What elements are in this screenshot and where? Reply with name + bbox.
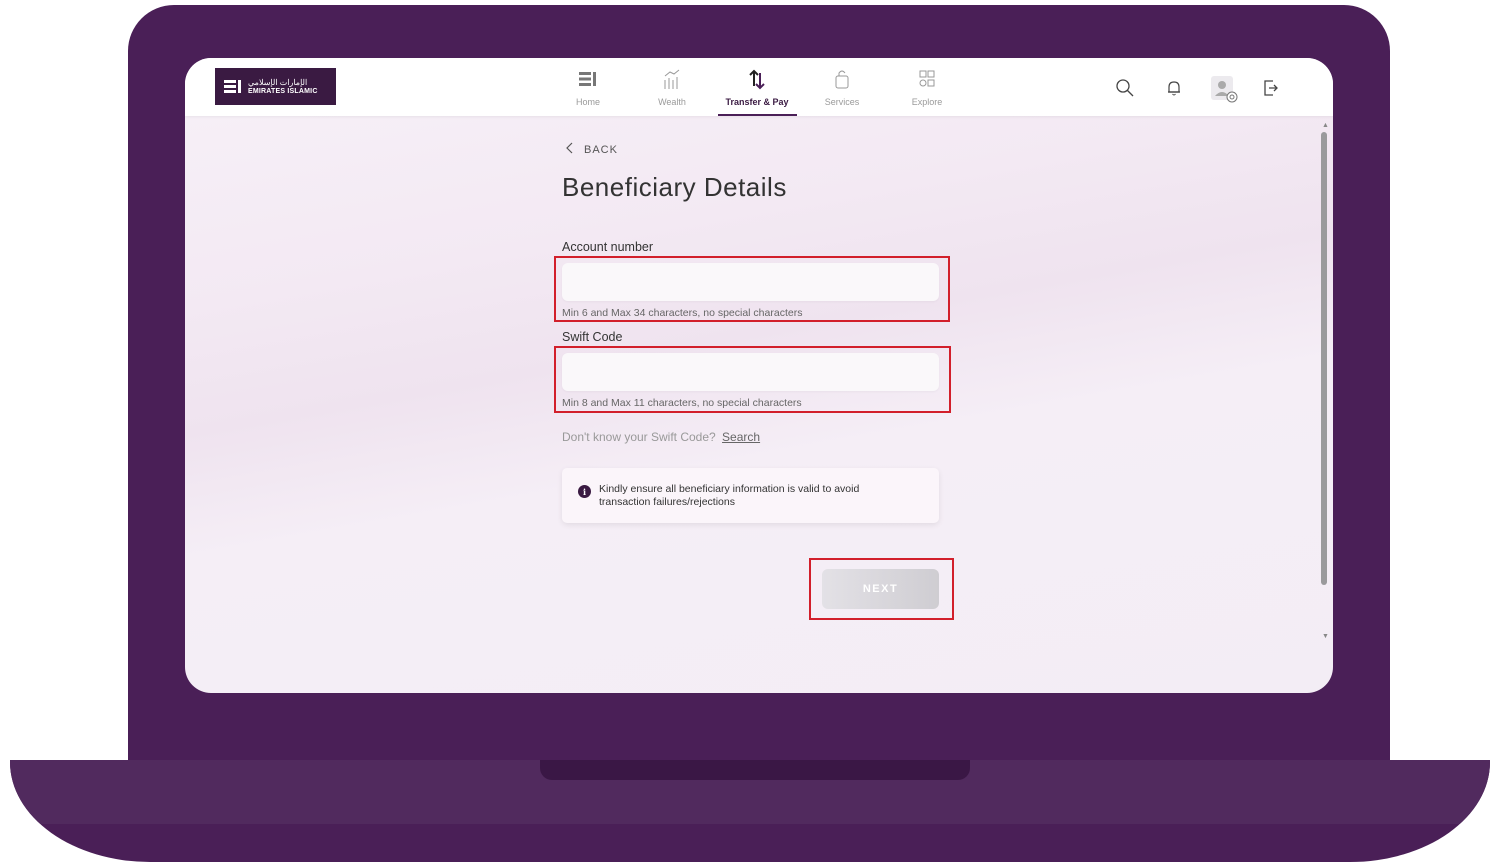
nav-label-explore: Explore [911,97,943,107]
services-icon [833,66,851,92]
info-icon: i [578,485,591,498]
nav-label-transfer-pay: Transfer & Pay [725,97,789,107]
logo-english-text: EMIRATES ISLAMIC [248,87,318,95]
nav-item-wealth[interactable]: Wealth [632,66,712,107]
nav-label-services: Services [824,97,860,107]
back-link[interactable]: BACK [566,142,618,157]
app-screen: الإمارات الإسلامي EMIRATES ISLAMIC Home … [185,58,1333,693]
wealth-icon [662,66,682,92]
nav-item-transfer-pay[interactable]: Transfer & Pay [717,66,797,107]
nav-label-wealth: Wealth [658,97,686,107]
info-message: Kindly ensure all beneficiary informatio… [599,483,860,508]
highlight-swift-code [554,346,951,413]
nav-item-home[interactable]: Home [548,66,628,107]
scroll-up-arrow-icon[interactable]: ▲ [1322,122,1329,129]
top-navigation-bar: الإمارات الإسلامي EMIRATES ISLAMIC Home … [185,58,1333,116]
laptop-base [10,760,1490,862]
highlight-account-number [554,256,950,322]
scroll-thumb[interactable] [1321,132,1327,585]
vertical-scrollbar[interactable]: ▲ ▼ [1319,120,1331,640]
swift-code-label: Swift Code [562,330,623,344]
back-label: BACK [584,143,618,156]
nav-item-explore[interactable]: Explore [887,66,967,107]
swift-search-link[interactable]: Search [722,430,760,444]
chevron-left-icon [566,142,574,157]
swift-help-text: Don't know your Swift Code? Search [562,430,760,444]
laptop-trackpad-notch [540,760,970,780]
scroll-down-arrow-icon[interactable]: ▼ [1322,633,1329,640]
highlight-next-button [809,558,954,620]
emirates-islamic-logo[interactable]: الإمارات الإسلامي EMIRATES ISLAMIC [215,68,336,105]
logo-arabic-text: الإمارات الإسلامي [248,77,308,87]
page-title: Beneficiary Details [562,172,787,202]
info-notice-card: i Kindly ensure all beneficiary informat… [562,468,939,523]
active-tab-indicator [718,114,797,116]
search-icon[interactable] [1113,76,1137,100]
nav-item-services[interactable]: Services [802,66,882,107]
swift-help-label: Don't know your Swift Code? [562,430,716,444]
explore-icon [918,66,936,92]
bell-icon[interactable] [1162,76,1186,100]
transfer-icon [748,66,766,92]
profile-settings-icon[interactable] [1209,74,1239,104]
account-number-label: Account number [562,240,654,254]
logout-icon[interactable] [1259,76,1283,100]
nav-label-home: Home [575,97,600,107]
logo-mark-icon [224,79,242,95]
home-icon [578,66,598,92]
